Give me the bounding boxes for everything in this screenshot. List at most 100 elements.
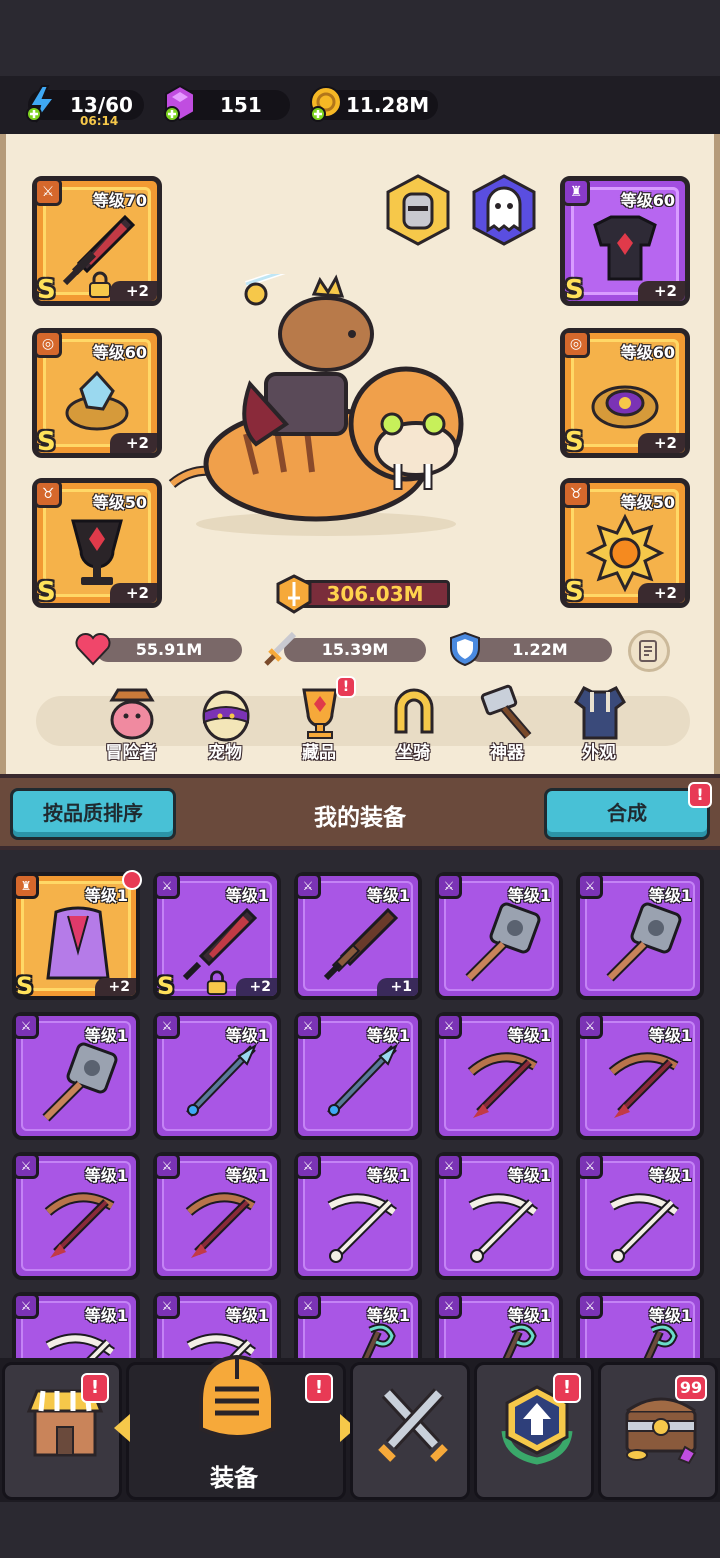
slot-armor[interactable]: ♜ 等级60 S +2 (560, 176, 690, 306)
slot-ring-left[interactable]: ◎ 等级60 S +2 (32, 328, 162, 458)
tab-appearance[interactable]: 外观 (564, 682, 634, 764)
staff-icon (502, 1323, 537, 1358)
inventory-item[interactable]: ⚔ 等级1 (435, 1152, 563, 1280)
bone-bow-icon (609, 1193, 679, 1263)
bone-bow-icon (468, 1193, 538, 1263)
slot-necklace[interactable]: ♉ 等级50 S +2 (32, 478, 162, 608)
knight-helmet-icon[interactable] (382, 174, 454, 246)
tab-pet[interactable]: 宠物 (190, 682, 260, 764)
tab-adventurer[interactable]: 冒险者 (96, 682, 166, 764)
grade-label: S (157, 972, 175, 1000)
crossbow-icon (185, 1192, 256, 1258)
inventory-item[interactable]: ⚔ 等级1 (12, 1012, 140, 1140)
item-type-icon: ⚔ (154, 873, 180, 899)
enhance-label: +2 (637, 583, 685, 603)
energy-counter[interactable]: 13/60 06:14 (26, 85, 144, 128)
coin-counter[interactable]: 11.28M (310, 86, 438, 122)
horseshoe-icon (394, 688, 434, 734)
item-type-icon: ⚔ (295, 873, 321, 899)
grade-label: S (565, 427, 584, 457)
staff-icon (643, 1323, 678, 1358)
grade-label: S (565, 577, 584, 607)
slot-ring-right[interactable]: ◎ 等级60 S +2 (560, 328, 690, 458)
bottom-nav: ! ! 装备 ! 99 (0, 1354, 720, 1502)
armor-type-icon: ♜ (562, 178, 590, 206)
inventory-item[interactable]: ⚔ 等级1 (153, 1152, 281, 1280)
nav-left-arrow-icon[interactable] (114, 1414, 130, 1442)
coin-value: 11.28M (346, 93, 430, 117)
item-type-icon: ⚔ (577, 873, 603, 899)
lock-icon (206, 970, 228, 995)
game-screen: { "resources": { "energy": {"value": "13… (0, 0, 720, 1558)
inventory-item[interactable]: ⚔ 等级1 (576, 872, 704, 1000)
dark-armor-icon (593, 215, 657, 281)
slot-level: 等级50 (620, 493, 675, 512)
ghost-pet-icon[interactable] (468, 174, 540, 246)
stats-detail-button[interactable] (628, 630, 670, 672)
nav-upgrade[interactable]: ! (474, 1362, 594, 1500)
inventory-item[interactable]: ⚔ 等级1 (294, 1292, 422, 1358)
gem-counter[interactable]: 151 (164, 84, 290, 122)
item-type-icon: ⚔ (577, 1013, 603, 1039)
grade-label: S (37, 577, 56, 607)
inventory-item[interactable]: ♜ 等级1 S +2 (12, 870, 142, 1000)
tab-mount[interactable]: 坐骑 (378, 682, 448, 764)
slot-level: 等级60 (92, 343, 147, 362)
alert-badge: ! (336, 676, 356, 698)
gem-value: 151 (220, 93, 262, 117)
tab-collection[interactable]: ! 藏品 (284, 676, 356, 764)
inventory-item[interactable]: ⚔ 等级1 (294, 1012, 422, 1140)
enhance-label: +2 (109, 281, 157, 301)
inventory-item[interactable]: ⚔ 等级1 (435, 1292, 563, 1358)
inventory-item[interactable]: ⚔ 等级1 (576, 1012, 704, 1140)
merge-button[interactable]: 合成 (544, 788, 710, 840)
shield-icon (450, 631, 480, 667)
adventurer-icon (109, 688, 155, 740)
inventory-item[interactable]: ⚔ 等级1 (294, 1152, 422, 1280)
inventory-item[interactable]: ⚔ 等级1 (12, 1292, 140, 1358)
nav-battle[interactable] (350, 1362, 470, 1500)
inventory-item[interactable]: ⚔ 等级1 (435, 872, 563, 1000)
medal-type-icon: ♉ (562, 480, 590, 508)
item-type-icon: ⚔ (436, 873, 462, 899)
cloak-icon (46, 906, 110, 980)
item-type-icon: ⚔ (577, 1293, 603, 1319)
enhance-label: +2 (94, 978, 136, 996)
grade-label: S (16, 972, 34, 1000)
item-type-icon: ⚔ (577, 1153, 603, 1179)
inventory-item[interactable]: ⚔ 等级1 (12, 1152, 140, 1280)
item-type-icon: ⚔ (295, 1153, 321, 1179)
alert-badge: ! (553, 1373, 581, 1403)
inventory-item[interactable]: ⚔ 等级1 S +2 (153, 872, 281, 1000)
gem-icon (164, 84, 195, 122)
slot-weapon[interactable]: ⚔ 等级70 S +2 (32, 176, 162, 306)
energy-timer: 06:14 (80, 114, 119, 128)
hammer-icon (42, 1042, 118, 1122)
inventory-item[interactable]: ⚔ 等级1 (153, 1012, 281, 1140)
nav-treasure[interactable]: 99 (598, 1362, 718, 1500)
inventory-toolbar: 按品质排序 我的装备 合成 ! (0, 774, 720, 850)
grade-label: S (565, 275, 584, 305)
sword-icon (264, 631, 297, 666)
item-type-icon: ⚔ (436, 1293, 462, 1319)
tab-label: 外观 (582, 743, 616, 763)
item-type-icon: ⚔ (436, 1013, 462, 1039)
tab-artifact[interactable]: 神器 (472, 682, 542, 764)
sword-type-icon: ⚔ (34, 178, 62, 206)
egg-icon (202, 690, 250, 742)
item-type-icon: ⚔ (436, 1153, 462, 1179)
item-type-icon: ⚔ (295, 1293, 321, 1319)
inventory-item[interactable]: ⚔ 等级1 (576, 1292, 704, 1358)
inventory-item[interactable]: ⚔ 等级1 +1 (294, 872, 422, 1000)
slot-level: 等级70 (92, 191, 147, 210)
slot-medal[interactable]: ♉ 等级50 S +2 (560, 478, 690, 608)
nav-shop[interactable]: ! (2, 1362, 122, 1500)
sort-by-quality-button[interactable]: 按品质排序 (10, 788, 176, 840)
chest-count-badge: 99 (675, 1375, 707, 1401)
inventory-item[interactable]: ⚔ 等级1 (435, 1012, 563, 1140)
enhance-label: +2 (637, 281, 685, 301)
item-type-icon: ⚔ (13, 1293, 39, 1319)
defense-value: 1.22M (468, 638, 612, 662)
inventory-item[interactable]: ⚔ 等级1 (576, 1152, 704, 1280)
ring-type-icon: ◎ (34, 330, 62, 358)
